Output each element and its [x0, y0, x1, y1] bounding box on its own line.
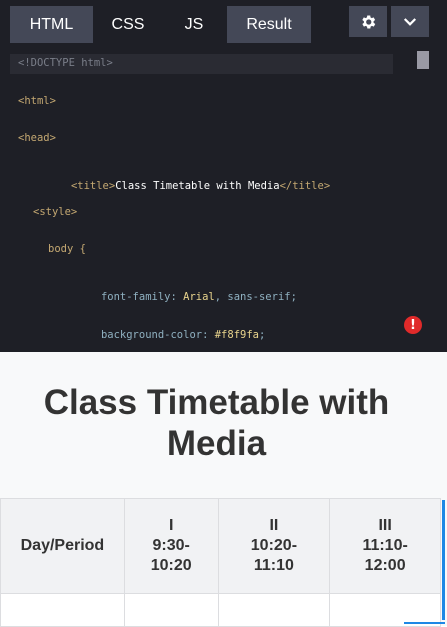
header-period: I 9:30- 10:20 [123, 498, 219, 594]
header-day-period: Day/Period [0, 498, 125, 594]
timetable: Day/Period I 9:30- 10:20 II 10:20- 11:10… [0, 498, 441, 627]
period-number: III [378, 517, 392, 534]
code-token: Arial [183, 291, 215, 303]
chevron-down-icon [403, 17, 417, 26]
period-number: I [168, 517, 174, 534]
code-line: <!DOCTYPE html> [18, 57, 113, 69]
table-cell [123, 593, 219, 627]
header-period: III 11:10- 12:00 [329, 498, 441, 594]
scrollbar-thumb[interactable] [417, 51, 429, 69]
code-token: background-color: [100, 329, 209, 341]
tab-result[interactable]: Result [227, 6, 311, 43]
code-line: <title>Class Timetable with Media</title… [33, 168, 330, 204]
header-text: Day/Period [20, 537, 105, 554]
code-token: #f8f9fa [214, 329, 259, 341]
code-line: <style> [33, 206, 78, 218]
code-token: , sans-serif; [214, 291, 297, 303]
code-line: body { [48, 243, 86, 255]
code-line: <head> [18, 132, 56, 144]
code-token: <title> [70, 180, 116, 192]
table-cell [217, 593, 331, 627]
period-end: 12:00 [364, 557, 406, 574]
menu-button[interactable] [391, 6, 429, 37]
tab-js[interactable]: JS [163, 6, 225, 43]
tab-html[interactable]: HTML [10, 6, 93, 43]
result-preview: Class Timetable with Media Day/Period I … [0, 352, 447, 627]
editor-toolbar: HTML CSS JS Result [0, 0, 447, 47]
code-line: font-family: Arial, sans-serif; [63, 279, 297, 315]
period-end: 10:20 [150, 557, 192, 574]
page-title: Class Timetable with Media [43, 383, 390, 463]
period-number: II [269, 517, 279, 534]
code-token: </title> [279, 180, 331, 192]
code-token: ; [259, 329, 266, 341]
code-area[interactable]: <!DOCTYPE html> <html> <head> <title>Cla… [0, 47, 447, 352]
gear-icon [362, 14, 376, 29]
period-start: 11:10- [362, 537, 408, 554]
period-end: 11:10 [253, 557, 294, 574]
tab-css[interactable]: CSS [95, 6, 161, 43]
focus-indicator [442, 500, 445, 620]
header-period: II 10:20- 11:10 [217, 498, 331, 594]
code-token: font-family: [100, 291, 177, 303]
table-header-row: Day/Period I 9:30- 10:20 II 10:20- 11:10… [0, 498, 441, 594]
settings-button[interactable] [349, 6, 387, 37]
code-line: background-color: #f8f9fa; [63, 317, 265, 353]
focus-indicator [404, 622, 445, 624]
table-row [0, 593, 441, 627]
code-token: Class Timetable with Media [115, 180, 280, 192]
period-start: 9:30- [152, 537, 190, 554]
error-icon[interactable]: ! [404, 316, 422, 334]
code-editor: HTML CSS JS Result <!DOCTYPE html> <html… [0, 0, 447, 352]
table-cell [0, 593, 125, 627]
period-start: 10:20- [250, 537, 298, 554]
code-line: <html> [18, 95, 56, 107]
